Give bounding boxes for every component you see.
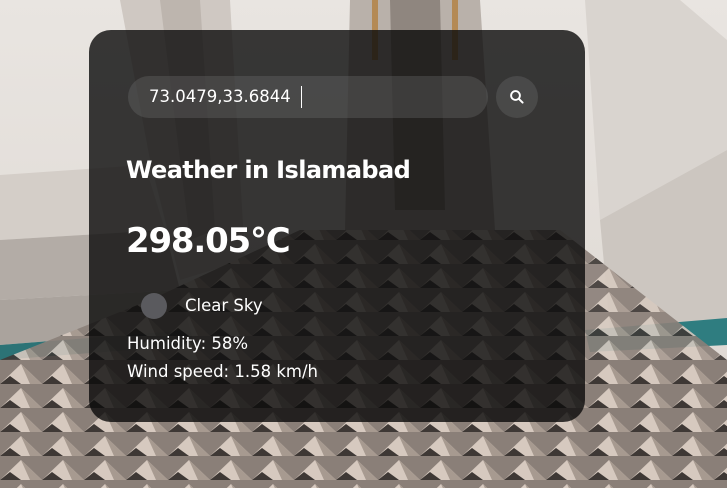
weather-description: Clear Sky — [185, 296, 263, 315]
search-input[interactable] — [128, 76, 488, 118]
wind-speed-text: Wind speed: 1.58 km/h — [127, 362, 318, 381]
weather-icon — [141, 293, 167, 319]
humidity-text: Humidity: 58% — [127, 334, 249, 353]
search-bar — [128, 76, 540, 118]
city-title: Weather in Islamabad — [126, 156, 411, 184]
temperature-value: 298.05°C — [126, 221, 291, 261]
search-icon — [510, 90, 524, 104]
text-cursor — [301, 86, 302, 108]
search-button[interactable] — [496, 76, 538, 118]
weather-card: Weather in Islamabad 298.05°C Clear Sky … — [89, 30, 585, 422]
